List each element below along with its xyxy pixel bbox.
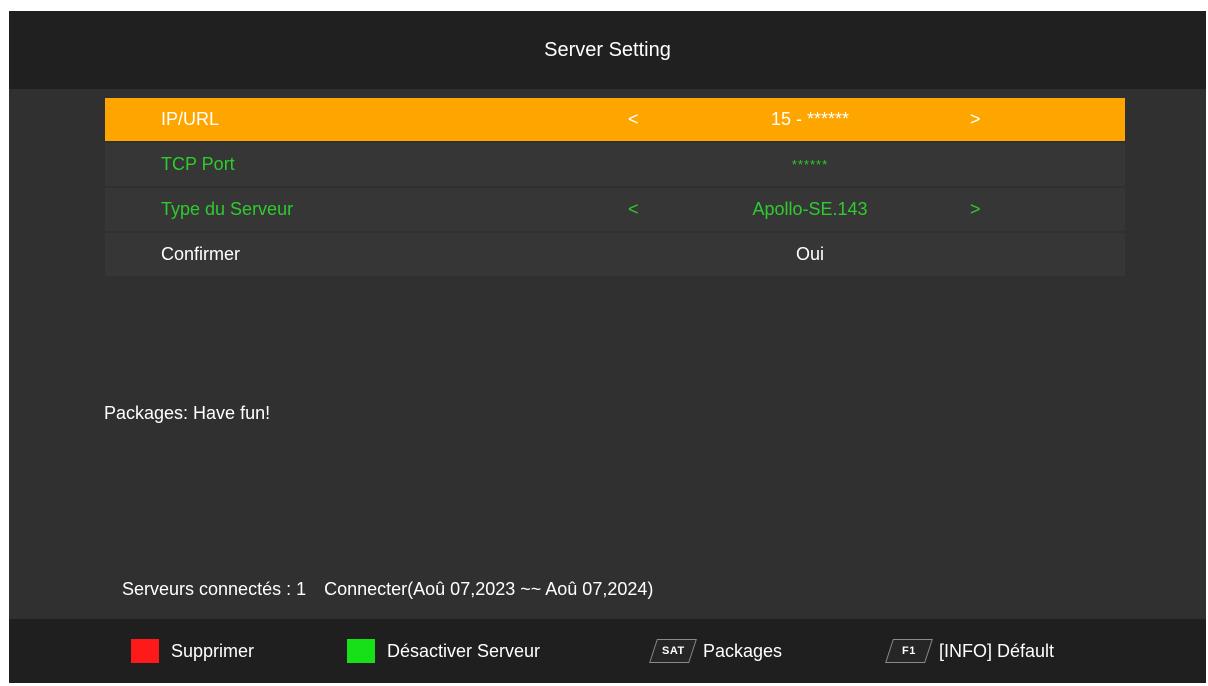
green-key-icon — [347, 639, 375, 663]
connection-period-text: Connecter(Aoû 07,2023 ~~ Aoû 07,2024) — [324, 579, 654, 599]
menu-row-ip-url[interactable]: IP/URL < 15 - ****** > — [105, 98, 1125, 141]
settings-menu: IP/URL < 15 - ****** > TCP Port ****** T… — [105, 98, 1125, 278]
confirm-label: Confirmer — [161, 244, 241, 264]
server-type-value: Apollo-SE.143 — [752, 199, 868, 219]
title-bar: Server Setting — [9, 11, 1206, 89]
default-label: [INFO] Défault — [939, 640, 1055, 661]
delete-label: Supprimer — [171, 640, 255, 661]
red-key-icon — [131, 639, 159, 663]
servers-connected-text: Serveurs connectés : 1 — [122, 579, 307, 599]
ip-url-right-arrow[interactable]: > — [970, 98, 981, 141]
default-hint[interactable]: F1 [INFO] Défault — [885, 619, 1055, 683]
connection-status: Serveurs connectés : 1 Connecter(Aoû 07,2… — [122, 579, 653, 600]
confirm-value: Oui — [795, 244, 824, 264]
menu-row-confirm[interactable]: Confirmer Oui — [105, 233, 1125, 276]
tcp-port-value: ****** — [791, 157, 829, 172]
server-type-label: Type du Serveur — [161, 199, 294, 219]
packages-info: Packages: Have fun! — [104, 403, 271, 423]
tcp-port-label: TCP Port — [161, 154, 235, 174]
tv-screen: Server Setting IP/URL < 15 - ****** > TC… — [9, 11, 1206, 683]
footer-hint-bar: Supprimer Désactiver Serveur SAT Package… — [9, 619, 1206, 683]
server-type-left-arrow[interactable]: < — [628, 188, 639, 231]
ip-url-value: 15 - ****** — [770, 109, 850, 129]
menu-row-server-type[interactable]: Type du Serveur < Apollo-SE.143 > — [105, 188, 1125, 231]
ip-url-left-arrow[interactable]: < — [628, 98, 639, 141]
menu-row-tcp-port[interactable]: TCP Port ****** — [105, 143, 1125, 186]
page-title: Server Setting — [544, 38, 671, 61]
sat-key-icon: SAT — [649, 639, 697, 663]
ip-url-label: IP/URL — [161, 109, 220, 129]
f1-key-icon: F1 — [885, 639, 933, 663]
disable-server-label: Désactiver Serveur — [387, 640, 541, 661]
sat-key-text: SAT — [661, 645, 685, 657]
disable-server-hint[interactable]: Désactiver Serveur — [347, 619, 540, 683]
f1-key-text: F1 — [902, 645, 916, 657]
delete-hint[interactable]: Supprimer — [131, 619, 254, 683]
packages-label: Packages — [703, 640, 783, 661]
packages-hint[interactable]: SAT Packages — [649, 619, 783, 683]
server-type-right-arrow[interactable]: > — [970, 188, 981, 231]
